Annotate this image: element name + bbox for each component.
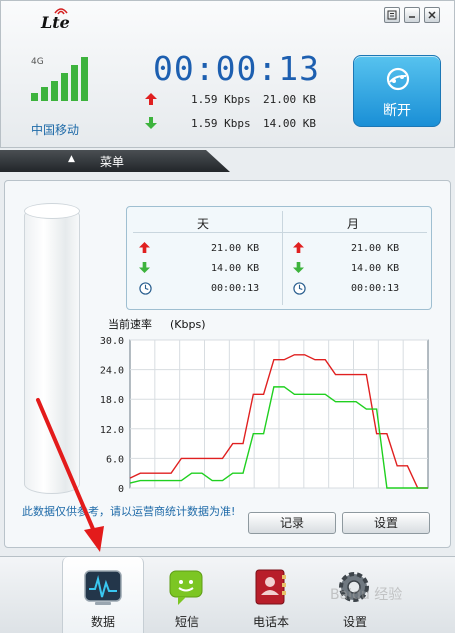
nav-contacts-label: 电话本 [252, 615, 289, 629]
sms-bubble-icon [169, 570, 203, 605]
download-arrow-icon [145, 117, 157, 129]
menu-bar: ▲ 菜单 [0, 148, 455, 174]
data-disclaimer: 此数据仅供参考，请以运营商统计数据为准! [22, 505, 236, 518]
menu-toggle[interactable]: ▲ 菜单 [0, 150, 230, 172]
data-monitor-icon [84, 570, 122, 605]
month-upload-value: 21.00 KB [351, 243, 400, 254]
upload-arrow-icon [139, 242, 150, 253]
clock-icon [139, 282, 152, 295]
carrier-name: 中国移动 [31, 123, 80, 137]
day-download-value: 14.00 KB [211, 263, 260, 274]
nav-sms[interactable]: 短信 [146, 557, 228, 633]
close-icon [428, 11, 436, 19]
list-icon [387, 10, 397, 20]
download-arrow-icon [293, 262, 304, 273]
download-bytes: 14.00 KB [263, 117, 316, 130]
y-tick-label: 24.0 [100, 366, 124, 377]
minimize-icon [409, 16, 415, 18]
rate-line-chart: 0 6.0 12.0 18.0 24.0 30.0 [100, 336, 429, 495]
watermark: Baidu 经验 [330, 587, 403, 603]
lte-logo: Lte [41, 7, 75, 33]
upload-bytes: 21.00 KB [263, 93, 316, 106]
settings-button[interactable]: 设置 [342, 512, 430, 534]
usage-gauge-top [24, 203, 80, 219]
signal-strength-icon [31, 57, 88, 101]
nav-data-label: 数据 [90, 615, 115, 629]
day-duration-value: 00:00:13 [211, 283, 260, 294]
y-tick-label: 0 [118, 484, 124, 495]
minimize-button[interactable] [404, 7, 420, 23]
month-duration-value: 00:00:13 [351, 283, 400, 294]
phonebook-icon [255, 569, 286, 605]
y-tick-label: 12.0 [100, 425, 124, 436]
stats-header-line [133, 232, 427, 233]
window-controls [384, 7, 440, 23]
globe-link-icon [386, 67, 410, 91]
download-arrow-icon [139, 262, 150, 273]
close-button[interactable] [424, 7, 440, 23]
y-tick-label: 18.0 [100, 395, 124, 406]
y-tick-label: 30.0 [100, 336, 124, 347]
status-header: Lte 4G 中国移动 00:00:13 1.59 Kbps 21.00 KB … [0, 0, 455, 148]
record-button[interactable]: 记录 [248, 512, 336, 534]
month-column-header: 月 [346, 217, 359, 231]
nav-contacts[interactable]: 电话本 [230, 557, 312, 633]
chart-title-text: 当前速率 [108, 318, 152, 331]
upload-arrow-icon [145, 93, 157, 105]
day-upload-value: 21.00 KB [211, 243, 260, 254]
upload-arrow-icon [293, 242, 304, 253]
menu-window-button[interactable] [384, 7, 400, 23]
y-tick-label: 6.0 [106, 454, 124, 465]
logo-text: Lte [41, 13, 70, 32]
chart-unit: (Kbps) [170, 318, 206, 331]
stats-divider [282, 211, 283, 305]
menu-label: 菜单 [100, 155, 125, 169]
nav-settings-label: 设置 [342, 615, 367, 629]
usage-gauge-tube [24, 206, 80, 494]
traffic-stats-table: 天 月 21.00 KB 14.00 KB 00:00:13 21.00 KB … [126, 206, 432, 310]
nav-data[interactable]: 数据 [62, 557, 144, 633]
disconnect-button[interactable]: 断开 [353, 55, 441, 127]
disconnect-label: 断开 [383, 103, 411, 119]
month-download-value: 14.00 KB [351, 263, 400, 274]
chart-title: 当前速率 (Kbps) [108, 316, 206, 332]
clock-icon [293, 282, 306, 295]
connection-timer: 00:00:13 [153, 49, 320, 88]
triangle-up-icon: ▲ [68, 154, 75, 164]
nav-sms-label: 短信 [174, 615, 199, 629]
day-column-header: 天 [196, 217, 209, 231]
